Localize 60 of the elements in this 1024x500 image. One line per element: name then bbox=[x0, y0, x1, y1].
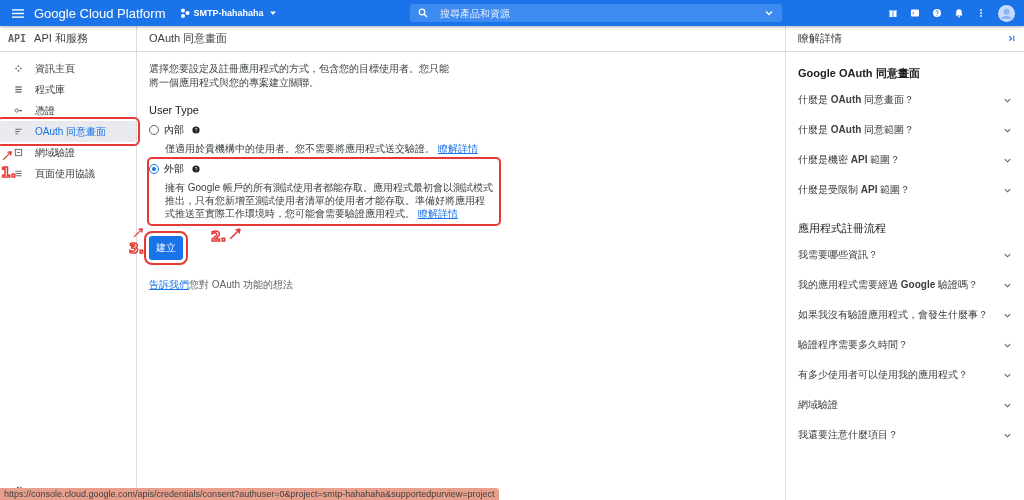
faq-item[interactable]: 什麼是 OAuth 同意範圍？ bbox=[798, 115, 1012, 145]
product-name[interactable]: Google Cloud Platform bbox=[34, 5, 166, 21]
intro-text: 選擇您要設定及註冊應用程式的方式，包含您的目標使用者。您只能將一個應用程式與您的專案建立關聯。 bbox=[149, 62, 449, 90]
grid-icon bbox=[14, 85, 23, 94]
sidebar-item[interactable]: 網域驗證 bbox=[14, 142, 75, 163]
arrow bbox=[229, 227, 242, 240]
section-heading: 應用程式註冊流程 bbox=[798, 221, 887, 236]
terminal-icon[interactable] bbox=[910, 8, 920, 18]
sidebar-item[interactable]: 程式庫 bbox=[14, 79, 65, 100]
faq-item[interactable]: 有多少使用者可以使用我的應用程式？ bbox=[798, 360, 1012, 390]
faq-item[interactable]: 網域驗證 bbox=[798, 390, 1012, 420]
feedback-text: 告訴我們您對 OAuth 功能的想法 bbox=[149, 278, 294, 292]
diamond-icon bbox=[14, 64, 23, 73]
faq-item[interactable]: 什麼是 OAuth 同意畫面？ bbox=[798, 85, 1012, 115]
avatar-icon[interactable] bbox=[998, 4, 1015, 22]
faq-item[interactable]: 驗證程序需要多久時間？ bbox=[798, 330, 1012, 360]
status-url: https://console.cloud.google.com/apis/credentials/consent?authuser=0&project=smtp-hahahaha&supportedpurview=project bbox=[0, 488, 499, 500]
close-panel-icon[interactable] bbox=[1007, 34, 1016, 43]
faq-item[interactable]: 什麼是機密 API 範圍？ bbox=[798, 145, 1012, 175]
project-icon bbox=[179, 8, 190, 18]
page-title: OAuth 同意畫面 bbox=[149, 31, 228, 46]
learn-more-link[interactable]: 瞭解詳情 bbox=[417, 208, 458, 219]
search-icon bbox=[417, 8, 428, 18]
sidebar-item[interactable]: 資訊主頁 bbox=[14, 58, 75, 79]
project-selector[interactable]: SMTP-hahahaha bbox=[179, 8, 410, 18]
learn-more-link[interactable]: 瞭解詳情 bbox=[437, 143, 478, 154]
list-icon bbox=[14, 127, 23, 136]
option-description: 僅適用於貴機構中的使用者。您不需要將應用程式送交驗證。 瞭解詳情 bbox=[165, 142, 479, 155]
panel-title: 瞭解詳情 bbox=[798, 31, 842, 46]
key-icon bbox=[14, 106, 23, 115]
help-icon[interactable] bbox=[192, 126, 200, 134]
gift-icon[interactable] bbox=[888, 8, 898, 18]
arrow bbox=[2, 150, 13, 161]
option-label[interactable]: 內部 bbox=[164, 123, 184, 137]
faq-item[interactable]: 如果我沒有驗證應用程式，會發生什麼事？ bbox=[798, 300, 1012, 330]
menu-icon[interactable] bbox=[12, 8, 24, 18]
search-bar[interactable]: 搜尋產品和資源 bbox=[409, 4, 782, 22]
faq-item[interactable]: 什麼是受限制 API 範圍？ bbox=[798, 175, 1012, 205]
option-label[interactable]: 外部 bbox=[164, 162, 184, 176]
option-description: 擁有 Google 帳戶的所有測試使用者都能存取。應用程式最初會以測試模式推出，只有您新增至測試使用者清單的使用者才能存取。準備好將應用程式推送至實際工作環境時，您可能會需要驗證應用程式。 瞭解詳情 bbox=[165, 181, 493, 220]
square-icon bbox=[14, 148, 23, 157]
faq-item[interactable]: 我還要注意什麼項目？ bbox=[798, 420, 1012, 450]
step-number: 1. bbox=[1, 164, 17, 180]
chevron-down-icon[interactable] bbox=[763, 8, 774, 18]
sidebar-item[interactable]: 頁面使用協議 bbox=[14, 163, 95, 184]
arrow bbox=[133, 227, 144, 238]
user-type-heading: User Type bbox=[149, 104, 200, 116]
faq-item[interactable]: 我需要哪些資訊？ bbox=[798, 240, 1012, 270]
section-heading: Google OAuth 同意畫面 bbox=[798, 66, 921, 81]
faq-item[interactable]: 我的應用程式需要經過 Google 驗證嗎？ bbox=[798, 270, 1012, 300]
bell-icon[interactable] bbox=[954, 8, 964, 18]
section-title: API 和服務 bbox=[34, 31, 88, 46]
step-number: 2. bbox=[211, 228, 227, 244]
document-icon bbox=[14, 169, 23, 178]
sidebar-item[interactable]: 憑證 bbox=[14, 100, 55, 121]
step-number: 3. bbox=[129, 240, 145, 256]
api-logo: API bbox=[8, 33, 27, 44]
help-icon[interactable] bbox=[192, 165, 200, 173]
feedback-link[interactable]: 告訴我們 bbox=[149, 279, 189, 290]
search-field[interactable]: 搜尋產品和資源 bbox=[435, 7, 756, 19]
